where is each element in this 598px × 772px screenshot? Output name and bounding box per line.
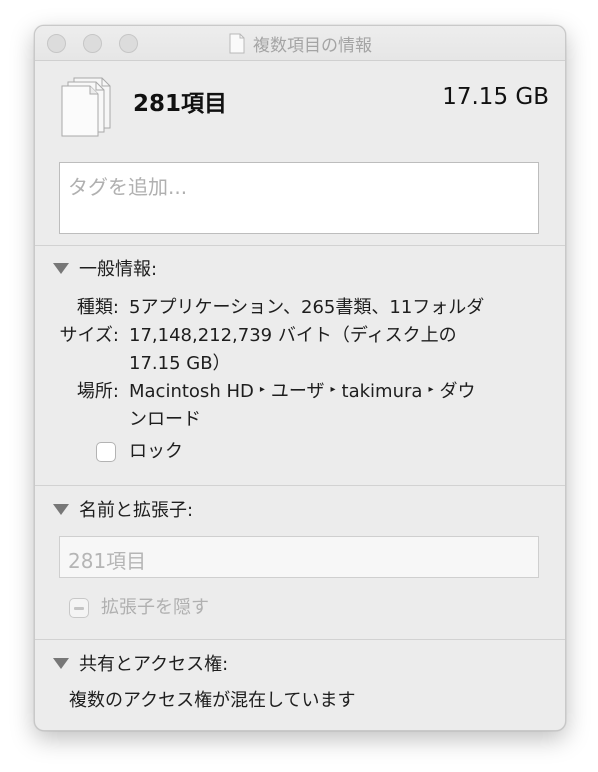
path-separator-icon: ▸ — [330, 384, 336, 395]
size-value: 17,148,212,739 バイト（ディスク上の 17.15 GB） — [129, 322, 549, 378]
location-row: 場所: Macintosh HD ▸ ユーザ ▸ takimura ▸ ダウ ンロード — [35, 378, 565, 434]
multiple-documents-icon — [61, 77, 111, 137]
disclosure-triangle-icon[interactable] — [53, 503, 69, 515]
path-item-users: ユーザ — [270, 381, 325, 402]
location-label: 場所: — [76, 381, 119, 402]
total-size: 17.15 GB — [442, 84, 549, 110]
name-field[interactable]: 281項目 — [59, 536, 539, 578]
path-item-user: takimura — [341, 381, 423, 402]
size-label: サイズ: — [59, 325, 119, 346]
general-section-header[interactable]: 一般情報: — [53, 255, 157, 281]
sharing-heading: 共有とアクセス権: — [79, 654, 229, 675]
window-title-group: 複数項目の情報 — [35, 26, 565, 60]
sharing-status: 複数のアクセス権が混在しています — [69, 690, 356, 711]
path-separator-icon: ▸ — [259, 384, 265, 395]
kind-value: 5アプリケーション、265書類、11フォルダ — [129, 297, 485, 318]
path-item-downloads: ダウ — [439, 381, 476, 402]
tags-field[interactable]: タグを追加... — [59, 162, 539, 234]
sharing-section-header[interactable]: 共有とアクセス権: — [53, 650, 228, 676]
size-row: サイズ: 17,148,212,739 バイト（ディスク上の 17.15 GB） — [35, 322, 565, 378]
divider — [35, 639, 565, 640]
name-section-header[interactable]: 名前と拡張子: — [53, 496, 193, 522]
document-icon — [229, 33, 245, 53]
window-title: 複数項目の情報 — [253, 35, 372, 56]
divider — [35, 485, 565, 486]
mixed-state-icon — [74, 607, 84, 610]
size-value-line1: 17,148,212,739 バイト（ディスク上の — [129, 325, 457, 346]
kind-row: 種類: 5アプリケーション、265書類、11フォルダ — [35, 294, 565, 322]
divider — [35, 245, 565, 246]
item-count: 281項目 — [133, 91, 228, 117]
location-path: Macintosh HD ▸ ユーザ ▸ takimura ▸ ダウ ンロード — [129, 378, 549, 434]
size-value-line2: 17.15 GB） — [129, 353, 231, 374]
hide-extension-checkbox[interactable] — [69, 598, 89, 618]
lock-label: ロック — [129, 441, 183, 462]
general-heading: 一般情報: — [79, 259, 158, 280]
get-info-window: 複数項目の情報 281項目 17.15 GB タグを追加... 一般情報: 種類… — [34, 25, 566, 731]
path-item-disk: Macintosh HD — [129, 381, 254, 402]
disclosure-triangle-icon[interactable] — [53, 657, 69, 669]
info-header: 281項目 17.15 GB — [35, 60, 565, 170]
disclosure-triangle-icon[interactable] — [53, 262, 69, 274]
path-item-downloads-cont: ンロード — [129, 409, 201, 430]
lock-checkbox[interactable] — [96, 442, 116, 462]
hide-extension-label: 拡張子を隠す — [101, 597, 209, 618]
path-separator-icon: ▸ — [428, 384, 434, 395]
title-bar[interactable]: 複数項目の情報 — [35, 26, 565, 61]
kind-label: 種類: — [76, 297, 119, 318]
name-heading: 名前と拡張子: — [79, 500, 194, 521]
